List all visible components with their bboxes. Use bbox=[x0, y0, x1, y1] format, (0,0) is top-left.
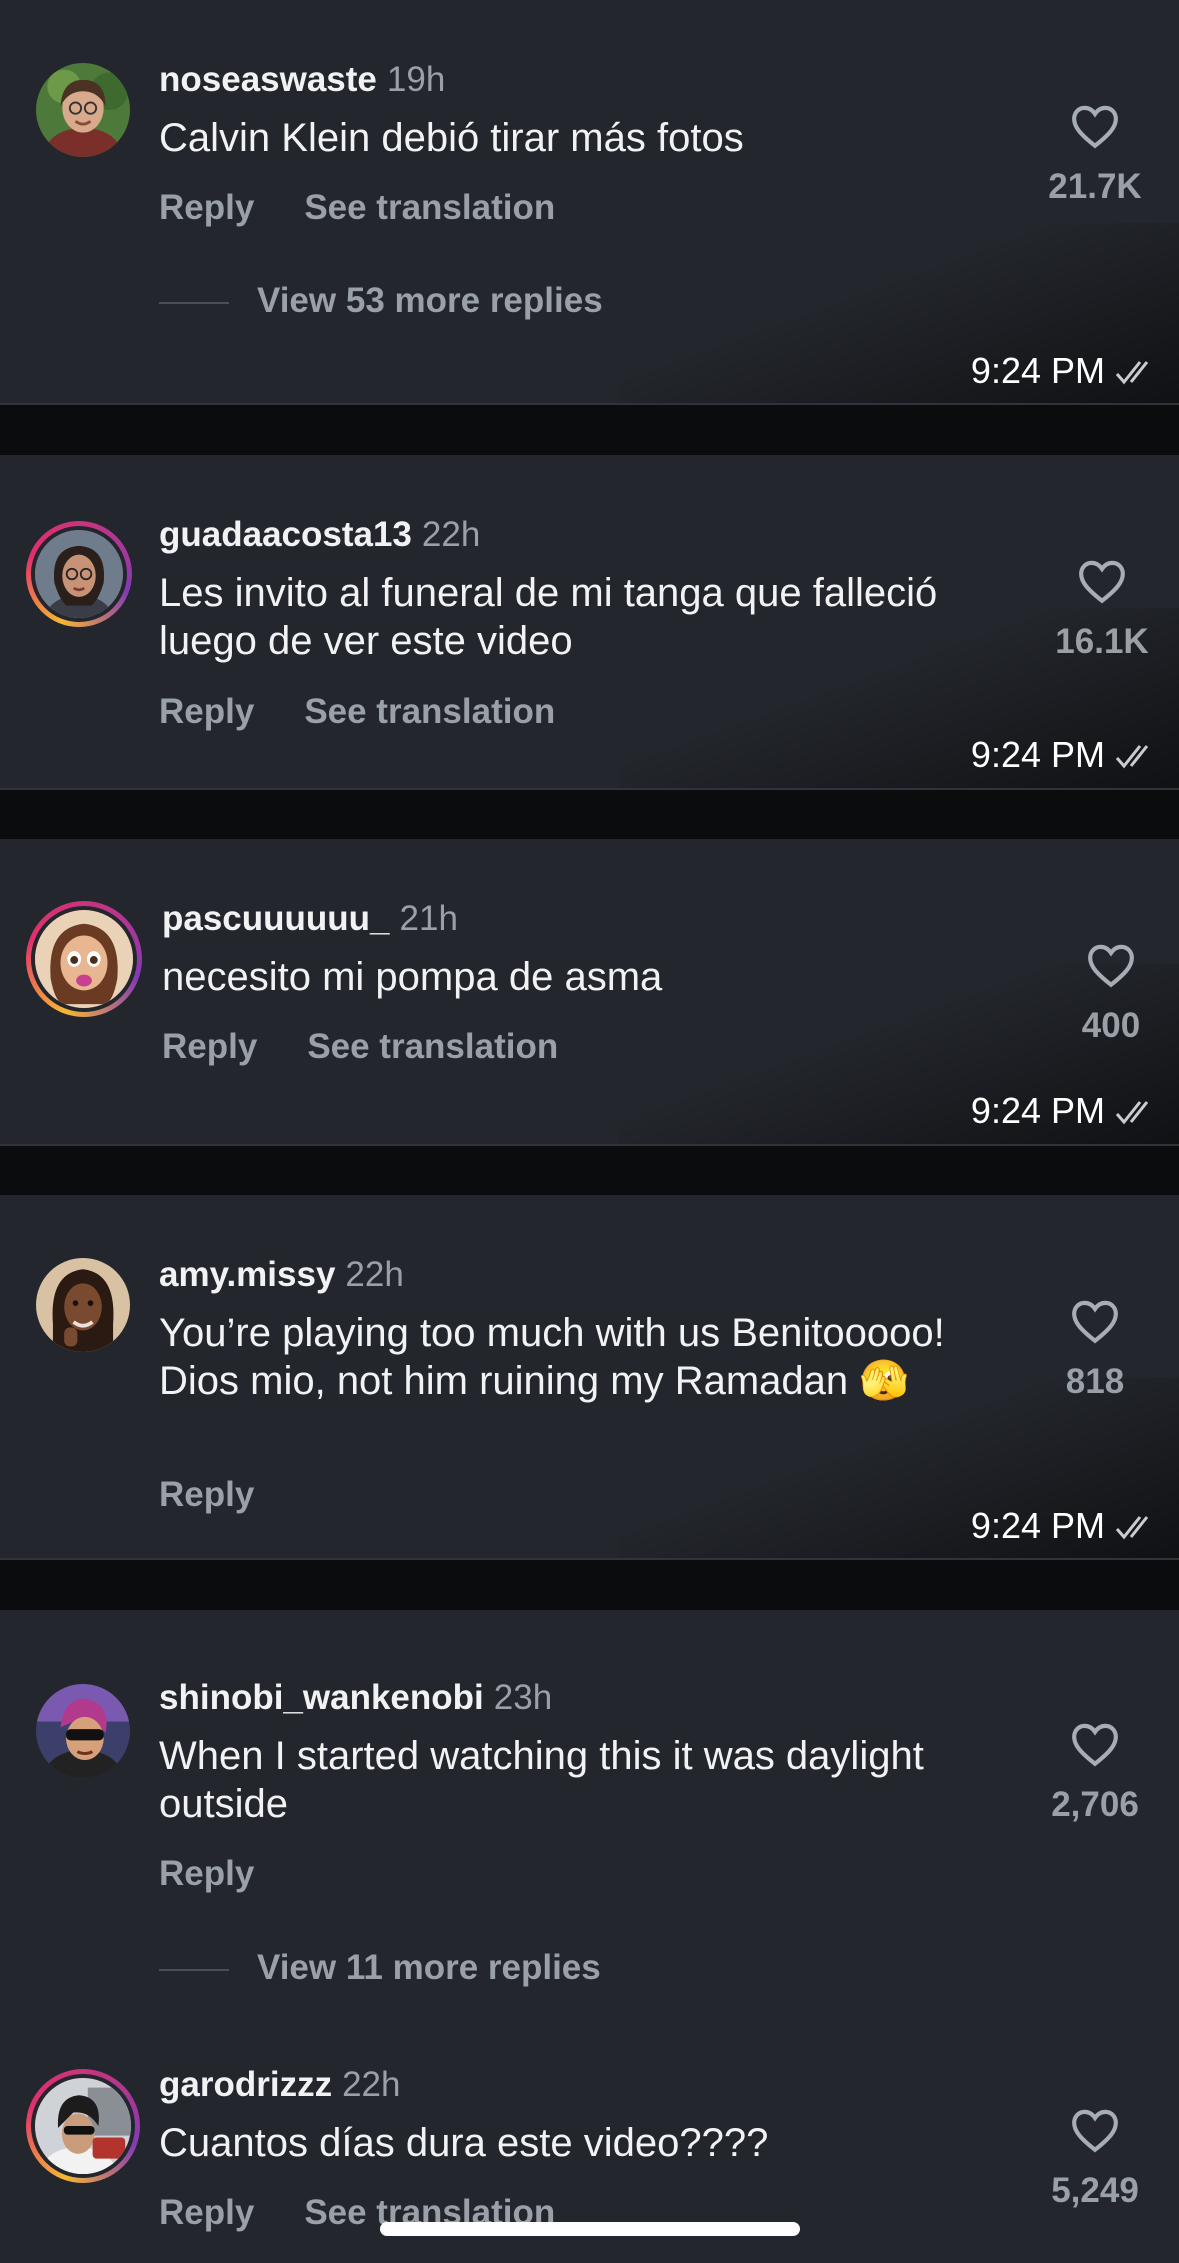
reply-thread-line bbox=[159, 301, 229, 304]
comment-age: 19h bbox=[386, 60, 446, 99]
comment-age: 22h bbox=[342, 2065, 401, 2104]
message-card: amy.missy 22h You’re playing too much wit… bbox=[0, 1195, 1179, 1560]
avatar[interactable] bbox=[36, 1258, 130, 1352]
reply-button[interactable]: Reply bbox=[159, 1854, 254, 1893]
view-more-replies-label[interactable]: View 11 more replies bbox=[257, 1948, 601, 1987]
double-check-icon bbox=[1115, 1101, 1149, 1125]
see-translation-button[interactable]: See translation bbox=[307, 1027, 558, 1066]
like-control[interactable]: 5,249 bbox=[1025, 2107, 1165, 2211]
reply-button[interactable]: Reply bbox=[159, 188, 254, 227]
message-timestamp: 9:24 PM bbox=[971, 1505, 1159, 1547]
comment-username[interactable]: noseaswaste 19h bbox=[159, 60, 445, 100]
username-text[interactable]: shinobi_wankenobi bbox=[159, 1678, 484, 1717]
comment-age: 21h bbox=[399, 899, 458, 938]
message-card: noseaswaste 19h Calvin Klein debió tirar … bbox=[0, 0, 1179, 405]
comment-username[interactable]: garodrizzz 22h bbox=[159, 2065, 400, 2105]
heart-outline-icon[interactable] bbox=[1070, 2107, 1120, 2153]
message-card: guadaacosta13 22h Les invito al funeral d… bbox=[0, 455, 1179, 790]
username-text[interactable]: amy.missy bbox=[159, 1255, 335, 1294]
comment-username[interactable]: shinobi_wankenobi 23h bbox=[159, 1678, 552, 1718]
comment-age: 23h bbox=[493, 1678, 553, 1717]
double-check-icon bbox=[1115, 745, 1149, 769]
home-indicator[interactable] bbox=[380, 2222, 800, 2236]
username-text[interactable]: guadaacosta13 bbox=[159, 515, 412, 554]
view-more-replies-label[interactable]: View 53 more replies bbox=[257, 281, 603, 320]
comment-age: 22h bbox=[421, 515, 481, 554]
timestamp-text: 9:24 PM bbox=[970, 734, 1105, 775]
timestamp-text: 9:24 PM bbox=[970, 1090, 1105, 1131]
comment-username[interactable]: pascuuuuuu_ 21h bbox=[162, 899, 458, 939]
message-card: shinobi_wankenobi 23h When I started watc… bbox=[0, 1610, 1179, 2263]
message-timestamp: 9:24 PM bbox=[971, 1090, 1159, 1132]
like-count: 21.7K bbox=[1048, 167, 1142, 206]
heart-outline-icon[interactable] bbox=[1070, 1721, 1120, 1767]
heart-outline-icon[interactable] bbox=[1070, 103, 1120, 149]
like-count: 2,706 bbox=[1051, 1785, 1139, 1824]
double-check-icon bbox=[1115, 1516, 1149, 1540]
comment-username[interactable]: guadaacosta13 22h bbox=[159, 515, 480, 555]
reply-button[interactable]: Reply bbox=[159, 2193, 254, 2232]
reply-button[interactable]: Reply bbox=[159, 692, 254, 731]
like-count: 5,249 bbox=[1051, 2171, 1139, 2210]
like-count: 400 bbox=[1081, 1006, 1141, 1045]
username-text[interactable]: pascuuuuuu_ bbox=[162, 899, 390, 938]
avatar[interactable] bbox=[36, 1684, 130, 1778]
like-control[interactable]: 400 bbox=[1041, 942, 1179, 1046]
comment-text: Calvin Klein debió tirar más fotos bbox=[159, 116, 744, 160]
comment-actions: Reply See translation bbox=[159, 188, 555, 228]
avatar[interactable] bbox=[36, 63, 130, 157]
reply-thread-line bbox=[159, 1968, 229, 1971]
comment-actions: Reply See translation bbox=[162, 1027, 558, 1067]
like-count: 16.1K bbox=[1055, 622, 1149, 661]
message-timestamp: 9:24 PM bbox=[971, 350, 1159, 392]
see-translation-button[interactable]: See translation bbox=[304, 692, 555, 731]
see-translation-button[interactable]: See translation bbox=[304, 188, 555, 227]
like-control[interactable]: 2,706 bbox=[1025, 1721, 1165, 1825]
double-check-icon bbox=[1115, 361, 1149, 385]
reply-button[interactable]: Reply bbox=[162, 1027, 257, 1066]
avatar[interactable] bbox=[26, 901, 142, 1017]
message-timestamp: 9:24 PM bbox=[971, 734, 1159, 776]
comment-actions: Reply See translation bbox=[159, 692, 555, 732]
comment-text: When I started watching this it was dayl… bbox=[159, 1734, 924, 1826]
username-text[interactable]: noseaswaste bbox=[159, 60, 377, 99]
comment-text: Cuantos días dura este video???? bbox=[159, 2121, 769, 2165]
comment-age: 22h bbox=[345, 1255, 404, 1294]
comment-text: necesito mi pompa de asma bbox=[162, 955, 663, 999]
timestamp-text: 9:24 PM bbox=[970, 1505, 1105, 1546]
timestamp-text: 9:24 PM bbox=[970, 350, 1105, 391]
avatar[interactable] bbox=[26, 521, 132, 627]
like-control[interactable]: 16.1K bbox=[1032, 558, 1172, 662]
message-card: pascuuuuuu_ 21h necesito mi pompa de asma… bbox=[0, 839, 1179, 1146]
comment-text: You’re playing too much with us Benitooo… bbox=[159, 1311, 945, 1403]
comment-actions: Reply bbox=[159, 1854, 254, 1894]
heart-outline-icon[interactable] bbox=[1070, 1298, 1120, 1344]
view-more-replies[interactable]: View 11 more replies bbox=[159, 1948, 601, 1988]
like-control[interactable]: 818 bbox=[1025, 1298, 1165, 1402]
username-text[interactable]: garodrizzz bbox=[159, 2065, 332, 2104]
view-more-replies[interactable]: View 53 more replies bbox=[159, 281, 603, 321]
like-count: 818 bbox=[1065, 1362, 1125, 1401]
comment-username[interactable]: amy.missy 22h bbox=[159, 1255, 404, 1295]
comment-text: Les invito al funeral de mi tanga que fa… bbox=[159, 571, 938, 663]
heart-outline-icon[interactable] bbox=[1086, 942, 1136, 988]
reply-button[interactable]: Reply bbox=[159, 1475, 254, 1514]
like-control[interactable]: 21.7K bbox=[1025, 103, 1165, 207]
heart-outline-icon[interactable] bbox=[1077, 558, 1127, 604]
comment-actions: Reply bbox=[159, 1475, 254, 1515]
avatar[interactable] bbox=[26, 2069, 140, 2183]
